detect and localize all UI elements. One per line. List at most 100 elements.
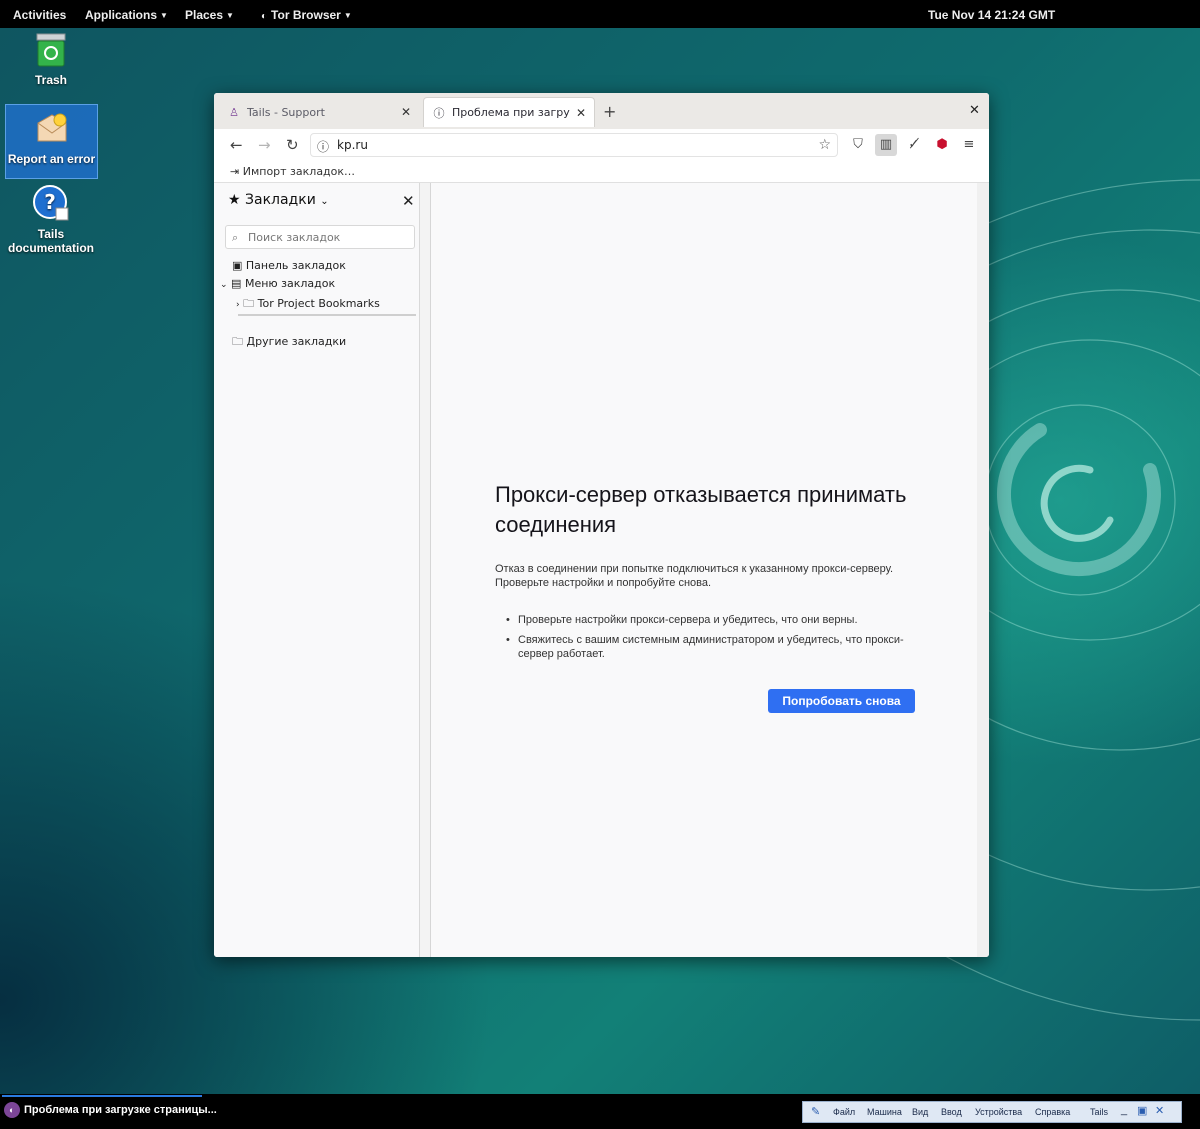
vm-name-label: Tails (1090, 1107, 1109, 1117)
url-bar[interactable]: ⓘ kp.ru ☆ (310, 133, 838, 157)
minimize-icon[interactable]: _ (1121, 1104, 1127, 1116)
hamburger-menu-icon[interactable]: ≡ (958, 134, 980, 156)
search-placeholder: Поиск закладок (248, 231, 341, 244)
desktop-icon-report-error[interactable]: Report an error (5, 104, 98, 179)
desktop-icon-label-line2: documentation (8, 241, 94, 255)
caret-down-icon: ▼ (226, 11, 234, 20)
tab-error-page[interactable]: ⓘ Проблема при загрузке страницы ✕ (423, 97, 595, 127)
search-icon: ⌕ (232, 231, 239, 244)
taskbar-window-title: Проблема при загрузке страницы... (24, 1104, 217, 1116)
info-icon: ⓘ (433, 106, 445, 120)
clock[interactable]: Tue Nov 14 21:24 GMT (928, 8, 1055, 22)
folder-icon: 🗀 (232, 335, 243, 348)
window-close-icon[interactable]: ✕ (969, 103, 980, 118)
chevron-down-icon: ⌄ (320, 196, 329, 207)
tree-item-label: Панель закладок (245, 259, 346, 272)
tree-item-label: Tor Project Bookmarks (257, 297, 380, 310)
vm-menu-help[interactable]: Справка (1035, 1107, 1070, 1117)
desktop-icon-label: Report an error (7, 152, 96, 166)
content-scrollbar[interactable] (977, 183, 989, 957)
suggestion-item: Проверьте настройки прокси-сервера и убе… (495, 613, 925, 627)
close-tab-icon[interactable]: ✕ (576, 106, 586, 120)
activities-button[interactable]: Activities (13, 8, 66, 22)
tree-item-bookmarks-toolbar[interactable]: ▣ Панель закладок (232, 259, 346, 272)
report-error-icon (37, 113, 66, 142)
try-again-button[interactable]: Попробовать снова (768, 689, 915, 713)
desktop-icon-label: Trash (34, 73, 67, 87)
site-info-icon[interactable]: ⓘ (317, 138, 329, 155)
import-icon: ⇥ (230, 165, 240, 178)
back-arrow-icon[interactable]: ← (230, 136, 243, 154)
tab-label: Tails - Support (247, 105, 325, 119)
sidebar-toggle-icon[interactable]: ▥ (875, 134, 897, 156)
tree-separator (238, 314, 416, 316)
suggestion-item: Свяжитесь с вашим системным администрато… (495, 633, 925, 661)
tree-item-tor-project-bookmarks[interactable]: › 🗀 Tor Project Bookmarks (236, 295, 380, 314)
svg-text:?: ? (44, 190, 56, 214)
caret-down-icon: ▼ (343, 11, 352, 20)
new-tab-icon[interactable]: + (603, 102, 616, 121)
tails-favicon-icon: ♙ (229, 105, 239, 119)
places-menu[interactable]: Places ▼ (185, 8, 234, 22)
desktop-icon-label-line1: Tails (37, 227, 65, 241)
bookmark-star-icon[interactable]: ☆ (818, 137, 831, 153)
forward-arrow-icon[interactable]: → (258, 136, 271, 154)
taskbar-window-item[interactable]: ◐ Проблема при загрузке страницы... (2, 1095, 217, 1123)
vm-menu-file[interactable]: Файл (833, 1107, 855, 1117)
vm-menu-devices[interactable]: Устройства (975, 1107, 1022, 1117)
error-suggestions: Проверьте настройки прокси-сервера и убе… (495, 613, 925, 667)
pin-icon[interactable]: ✎ (811, 1105, 820, 1118)
error-description: Отказ в соединении при попытке подключит… (495, 563, 894, 589)
chevron-right-icon: › (236, 300, 240, 310)
sidebar-title: Закладки (245, 192, 316, 208)
ublock-origin-icon[interactable]: ⬢ (931, 134, 953, 156)
chevron-down-icon: ⌄ (220, 280, 228, 290)
desktop-icon-trash[interactable]: Trash (18, 32, 84, 87)
import-bookmarks-label: Импорт закладок… (242, 165, 356, 178)
navigation-toolbar: ← → ↻ ⓘ kp.ru ☆ ⛉ ▥ ✓̸ ⬢ ≡ (214, 129, 989, 161)
tree-item-other-bookmarks[interactable]: 🗀 Другие закладки (232, 333, 346, 352)
desktop-icon-tails-documentation[interactable]: ? Tails documentation (6, 184, 96, 255)
tab-tails-support[interactable]: ♙ Tails - Support ✕ (219, 97, 419, 127)
close-sidebar-icon[interactable]: ✕ (402, 192, 415, 210)
reload-icon[interactable]: ↻ (286, 136, 299, 154)
tor-browser-window: ♙ Tails - Support ✕ ⓘ Проблема при загру… (214, 93, 989, 957)
tree-item-bookmarks-menu[interactable]: ⌄ ▤ Меню закладок (220, 277, 335, 290)
bookmarks-search-input[interactable]: ⌕ Поиск закладок (225, 225, 415, 249)
import-bookmarks-link[interactable]: ⇥ Импорт закладок… (230, 165, 355, 178)
trash-icon (36, 33, 66, 67)
shield-icon[interactable]: ⛉ (847, 134, 869, 156)
vm-menu-machine[interactable]: Машина (867, 1107, 902, 1117)
applications-label: Applications (85, 8, 158, 22)
bookmarks-toolbar: ⇥ Импорт закладок… (214, 161, 989, 183)
bookmarks-sidebar: ★ Закладки ⌄ ✕ ⌕ Поиск закладок ▣ Панель… (214, 183, 420, 957)
applications-menu[interactable]: Applications ▼ (85, 8, 168, 22)
tor-icon: ◐ (261, 11, 268, 22)
bookmarks-toolbar-icon: ▣ (232, 259, 243, 272)
vm-menu-view[interactable]: Вид (912, 1107, 928, 1117)
tree-item-label: Другие закладки (246, 335, 347, 348)
restore-icon[interactable]: ▣ (1137, 1104, 1147, 1117)
url-text: kp.ru (337, 138, 368, 152)
places-label: Places (185, 8, 224, 22)
sidebar-splitter[interactable] (420, 183, 431, 957)
tab-bar: ♙ Tails - Support ✕ ⓘ Проблема при загру… (214, 93, 989, 129)
star-icon: ★ (228, 192, 241, 208)
tree-item-label: Меню закладок (244, 277, 336, 290)
tab-label: Проблема при загрузке страницы (452, 106, 570, 119)
tor-browser-app-menu[interactable]: ◐ Tor Browser ▼ (261, 8, 352, 22)
close-tab-icon[interactable]: ✕ (401, 105, 411, 119)
caret-down-icon: ▼ (160, 11, 168, 20)
vm-menu-input[interactable]: Ввод (941, 1107, 962, 1117)
error-title: Прокси-сервер отказывается принимать сое… (495, 482, 907, 537)
virtualbox-toolbar: ✎ Файл Машина Вид Ввод Устройства Справк… (802, 1101, 1182, 1123)
sidebar-header[interactable]: ★ Закладки ⌄ (228, 192, 329, 208)
tor-browser-label: Tor Browser (271, 8, 341, 22)
tor-browser-icon: ◐ (4, 1102, 20, 1118)
help-icon: ? (33, 185, 69, 221)
error-page: Прокси-сервер отказывается принимать сое… (432, 183, 977, 957)
tor-circuit-icon[interactable]: ✓̸ (903, 134, 925, 156)
close-icon[interactable]: ✕ (1155, 1104, 1164, 1117)
bookmarks-menu-icon: ▤ (231, 277, 242, 290)
folder-icon: 🗀 (243, 297, 255, 310)
